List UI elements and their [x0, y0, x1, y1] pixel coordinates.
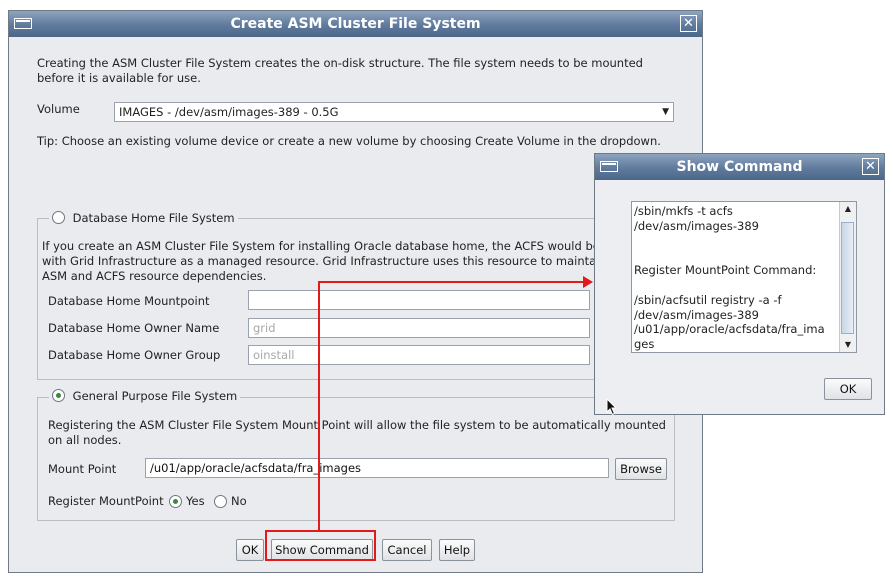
cancel-button[interactable]: Cancel	[382, 539, 432, 561]
close-icon[interactable]: ✕	[680, 15, 697, 32]
general-purpose-legend[interactable]: General Purpose File System	[49, 389, 241, 403]
db-home-desc-line2: with Grid Infrastructure as a managed re…	[42, 254, 600, 268]
command-line	[634, 234, 825, 249]
db-home-legend-label: Database Home File System	[72, 211, 235, 225]
show-command-dialog: Show Command ✕ /sbin/mkfs -t acfs/dev/as…	[594, 153, 885, 415]
intro-text-line1: Creating the ASM Cluster File System cre…	[37, 56, 643, 70]
ok-button[interactable]: OK	[236, 539, 264, 561]
db-home-owner-group-input[interactable]: oinstall	[248, 345, 590, 365]
command-line: /sbin/acfsutil registry -a -f	[634, 292, 782, 307]
scroll-down-icon[interactable]: ▼	[840, 338, 856, 352]
general-purpose-radio[interactable]	[52, 389, 65, 402]
general-purpose-legend-label: General Purpose File System	[72, 389, 238, 403]
command-line: Register MountPoint Command:	[634, 263, 817, 278]
show-command-titlebar[interactable]: Show Command ✕	[595, 154, 884, 180]
register-mountpoint-label: Register MountPoint	[48, 494, 164, 508]
volume-select-value: IMAGES - /dev/asm/images-389 - 0.5G	[119, 105, 339, 119]
db-home-legend[interactable]: Database Home File System	[49, 211, 238, 225]
register-no-label[interactable]: No	[231, 494, 247, 508]
dialog-titlebar[interactable]: Create ASM Cluster File System ✕	[9, 11, 702, 37]
volume-select[interactable]: IMAGES - /dev/asm/images-389 - 0.5G ▼	[114, 102, 674, 122]
show-command-highlight	[265, 530, 376, 561]
intro-text-line2: before it is available for use.	[37, 71, 201, 85]
window-menu-icon[interactable]	[14, 18, 32, 29]
register-no-radio[interactable]	[214, 495, 227, 508]
scroll-thumb[interactable]	[841, 222, 854, 334]
window-menu-icon[interactable]	[600, 161, 618, 172]
db-home-mountpoint-input[interactable]	[248, 290, 590, 310]
show-command-ok-button[interactable]: OK	[824, 378, 872, 400]
help-button[interactable]: Help	[439, 539, 475, 561]
volume-label: Volume	[37, 102, 80, 116]
command-line	[634, 248, 825, 263]
dialog-title: Create ASM Cluster File System	[230, 16, 481, 32]
chevron-down-icon[interactable]: ▼	[662, 103, 669, 121]
register-yes-radio[interactable]	[169, 495, 182, 508]
db-home-owner-name-label: Database Home Owner Name	[48, 321, 220, 335]
command-line	[634, 278, 825, 293]
tip-text: Tip: Choose an existing volume device or…	[37, 134, 661, 148]
show-command-title: Show Command	[676, 159, 803, 175]
arrow-line-vertical	[318, 282, 320, 531]
browse-button[interactable]: Browse	[615, 458, 667, 480]
command-text: /sbin/mkfs -t acfs/dev/asm/images-389 Re…	[634, 204, 825, 352]
command-line: /u01/app/oracle/acfsdata/fra_ima	[634, 322, 825, 337]
command-line: ges	[634, 337, 655, 352]
db-home-owner-group-label: Database Home Owner Group	[48, 348, 221, 362]
general-desc-line2: on all nodes.	[48, 433, 122, 447]
db-home-mountpoint-label: Database Home Mountpoint	[48, 294, 210, 308]
register-yes-label[interactable]: Yes	[186, 494, 205, 508]
mount-point-label: Mount Point	[48, 462, 117, 476]
command-line: /dev/asm/images-389	[634, 218, 759, 233]
command-line: /dev/asm/images-389	[634, 307, 759, 322]
command-text-area[interactable]: /sbin/mkfs -t acfs/dev/asm/images-389 Re…	[631, 201, 857, 353]
db-home-desc-line1: If you create an ASM Cluster File System…	[42, 239, 609, 253]
command-line: /sbin/mkfs -t acfs	[634, 204, 733, 218]
db-home-owner-name-input[interactable]: grid	[248, 318, 590, 338]
scrollbar[interactable]: ▲ ▼	[839, 202, 856, 352]
arrow-head-icon	[583, 276, 593, 288]
db-home-radio[interactable]	[52, 211, 65, 224]
db-home-desc-line3: ASM and ACFS resource dependencies.	[42, 269, 267, 283]
close-icon[interactable]: ✕	[862, 158, 879, 175]
mouse-cursor-icon	[606, 398, 618, 416]
mount-point-input[interactable]: /u01/app/oracle/acfsdata/fra_images	[145, 458, 609, 478]
general-desc-line1: Registering the ASM Cluster File System …	[48, 418, 666, 432]
scroll-up-icon[interactable]: ▲	[840, 202, 856, 216]
arrow-line-horizontal	[318, 281, 585, 283]
